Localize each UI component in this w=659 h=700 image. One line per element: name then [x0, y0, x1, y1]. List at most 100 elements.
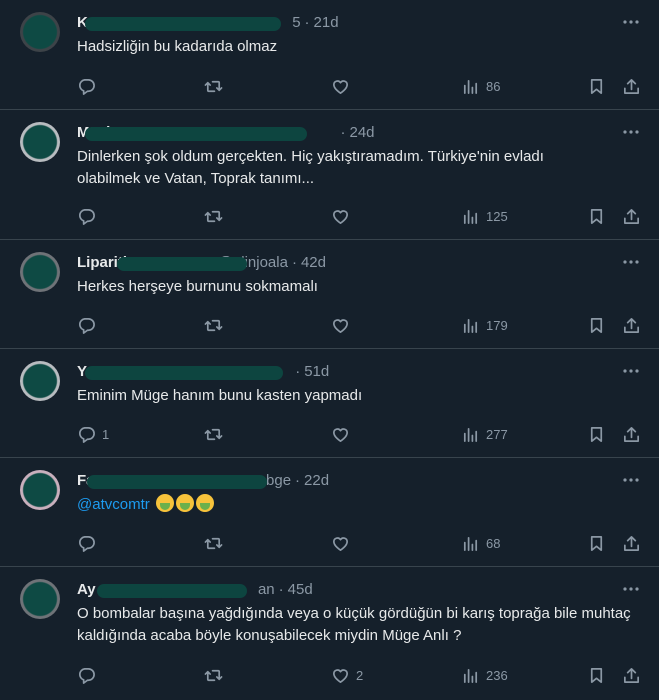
reply-button[interactable]: 1	[77, 425, 109, 444]
tweet[interactable]: Ay an · 45d O bombalar başına yağdığında…	[0, 567, 659, 700]
mention-link[interactable]: @atvcomtr	[77, 496, 150, 513]
author[interactable]: Y	[77, 363, 291, 380]
timestamp[interactable]: 24d	[350, 124, 375, 141]
tweet[interactable]: K 5 · 21d Hadsizliğin bu kadarıda olmaz	[0, 0, 659, 110]
tweet-text: Eminim Müge hanım bunu kasten yapmadı	[77, 387, 363, 404]
retweet-button[interactable]	[204, 425, 223, 444]
retweet-button[interactable]	[204, 316, 223, 335]
author[interactable]: Müzl	[77, 124, 337, 141]
more-icon[interactable]	[621, 470, 641, 490]
bookmark-icon	[590, 426, 603, 442]
author-handle[interactable]: an	[258, 581, 275, 598]
tweet[interactable]: Müzl · 24d Dinlerken şok oldum gerçekten…	[0, 110, 659, 240]
tweet[interactable]: Lipariting @alinjoala · 42d Herkes herşe…	[0, 240, 659, 349]
like-button[interactable]	[331, 316, 356, 335]
author[interactable]: Lipariting @alinjoala	[77, 254, 288, 271]
timestamp[interactable]: 21d	[314, 14, 339, 31]
views-count: 277	[486, 426, 508, 442]
bookmark-button[interactable]	[587, 425, 606, 444]
reply-button[interactable]	[77, 207, 102, 226]
action-bar: 1 277	[77, 424, 645, 444]
like-button[interactable]	[331, 425, 356, 444]
share-icon	[623, 426, 640, 442]
share-icon	[623, 667, 640, 683]
share-button[interactable]	[622, 425, 641, 444]
like-button[interactable]	[331, 77, 356, 96]
bookmark-button[interactable]	[587, 316, 606, 335]
views-button[interactable]: 86	[461, 77, 500, 96]
share-button[interactable]	[622, 534, 641, 553]
views-chart-icon	[463, 318, 478, 333]
timestamp[interactable]: 45d	[288, 581, 313, 598]
bookmark-button[interactable]	[587, 666, 606, 685]
redaction-bar	[87, 474, 267, 489]
bookmark-button[interactable]	[587, 534, 606, 553]
bookmark-icon	[590, 208, 603, 224]
reply-icon	[78, 667, 95, 684]
avatar[interactable]	[20, 361, 60, 401]
author[interactable]: Fatı bge	[77, 472, 291, 489]
retweet-button[interactable]	[204, 534, 223, 553]
bookmark-icon	[590, 317, 603, 333]
author-handle[interactable]: bge	[266, 472, 291, 489]
more-icon[interactable]	[621, 252, 641, 272]
like-button[interactable]: 2	[331, 666, 363, 685]
heart-icon	[332, 536, 349, 551]
redaction-bar	[85, 126, 307, 141]
author-name[interactable]: Ay	[77, 581, 96, 598]
reply-button[interactable]	[77, 666, 102, 685]
views-chart-icon	[463, 536, 478, 551]
views-button[interactable]: 179	[461, 316, 508, 335]
author[interactable]: K 5	[77, 14, 301, 31]
author-handle[interactable]: 5	[292, 14, 300, 31]
views-chart-icon	[463, 209, 478, 224]
heart-icon	[332, 427, 349, 442]
timestamp[interactable]: 51d	[304, 363, 329, 380]
nauseated-face-emoji	[155, 494, 174, 512]
share-button[interactable]	[622, 77, 641, 96]
reply-button[interactable]	[77, 77, 102, 96]
reply-button[interactable]	[77, 534, 102, 553]
bookmark-button[interactable]	[587, 77, 606, 96]
tweet-header: Fatı bge · 22d	[77, 470, 329, 490]
tweet-header: K 5 · 21d	[77, 12, 339, 32]
share-button[interactable]	[622, 316, 641, 335]
reply-button[interactable]	[77, 316, 102, 335]
timestamp[interactable]: 42d	[301, 254, 326, 271]
separator-dot: ·	[304, 13, 310, 31]
more-icon[interactable]	[621, 579, 641, 599]
separator-dot: ·	[278, 580, 284, 598]
more-icon[interactable]	[621, 12, 641, 32]
avatar[interactable]	[20, 122, 60, 162]
action-bar: 2 236	[77, 665, 645, 685]
avatar[interactable]	[20, 470, 60, 510]
separator-dot: ·	[295, 471, 301, 489]
tweet-header: Y · 51d	[77, 361, 329, 381]
share-button[interactable]	[622, 666, 641, 685]
avatar[interactable]	[20, 579, 60, 619]
views-button[interactable]: 236	[461, 666, 508, 685]
author[interactable]: Ay an	[77, 581, 275, 598]
bookmark-button[interactable]	[587, 207, 606, 226]
views-chart-icon	[463, 668, 478, 683]
tweet[interactable]: Y · 51d Eminim Müge hanım bunu kasten ya…	[0, 349, 659, 458]
views-button[interactable]: 125	[461, 207, 508, 226]
timestamp[interactable]: 22d	[304, 472, 329, 489]
like-button[interactable]	[331, 207, 356, 226]
separator-dot: ·	[340, 123, 346, 141]
share-button[interactable]	[622, 207, 641, 226]
retweet-button[interactable]	[204, 666, 223, 685]
more-icon[interactable]	[621, 122, 641, 142]
views-button[interactable]: 68	[461, 534, 500, 553]
views-count: 179	[486, 317, 508, 333]
bookmark-icon	[590, 667, 603, 683]
retweet-button[interactable]	[204, 207, 223, 226]
avatar[interactable]	[20, 252, 60, 292]
views-count: 68	[486, 535, 501, 551]
like-button[interactable]	[331, 534, 356, 553]
more-icon[interactable]	[621, 361, 641, 381]
views-button[interactable]: 277	[461, 425, 508, 444]
avatar[interactable]	[20, 12, 60, 52]
retweet-button[interactable]	[204, 77, 223, 96]
tweet[interactable]: Fatı bge · 22d @atvcomtr	[0, 458, 659, 567]
